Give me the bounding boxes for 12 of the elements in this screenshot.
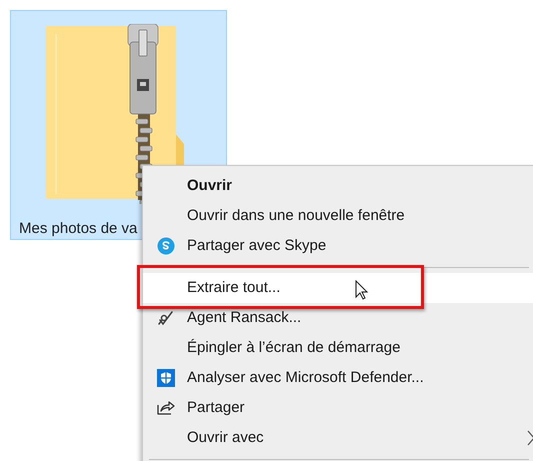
folder-label: Mes photos de va: [19, 219, 138, 239]
menu-item[interactable]: Partager: [143, 393, 533, 423]
menu-item[interactable]: Agent Ransack...: [143, 303, 533, 333]
menu-item[interactable]: Analyser avec Microsoft Defender...: [143, 363, 533, 393]
menu-item[interactable]: Épingler à l’écran de démarrage: [143, 333, 533, 363]
menu-item[interactable]: Extraire tout...: [143, 273, 533, 303]
chevron-right-icon: [527, 430, 533, 446]
skype-icon: [157, 237, 175, 255]
menu-item[interactable]: Ouvrir avec: [143, 423, 533, 453]
share-icon: [157, 399, 175, 415]
mouse-cursor-icon: [355, 280, 369, 300]
shield-icon: [157, 369, 175, 387]
